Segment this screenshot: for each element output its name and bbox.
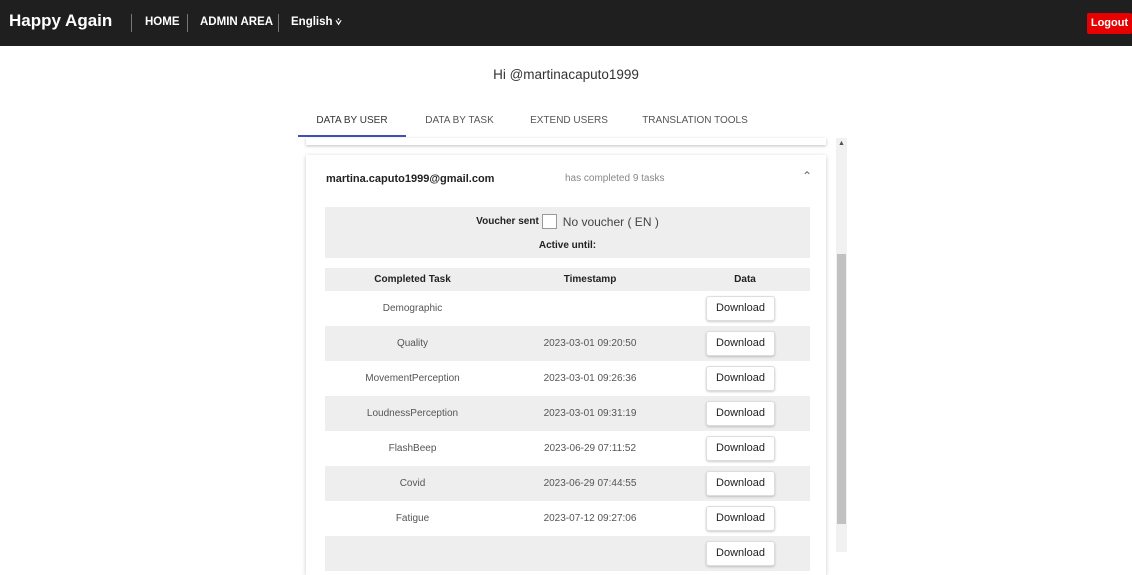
user-email: martina.caputo1999@gmail.com (326, 173, 495, 185)
download-button[interactable]: Download (706, 366, 775, 391)
nav-divider (187, 14, 188, 32)
download-button[interactable]: Download (706, 541, 775, 566)
tab-extend-users[interactable]: EXTEND USERS (520, 108, 618, 135)
download-button[interactable]: Download (706, 296, 775, 321)
scrollbar-thumb[interactable] (837, 254, 846, 524)
completion-status: has completed 9 tasks (565, 173, 665, 184)
voucher-sent-checkbox[interactable] (541, 214, 557, 229)
tab-data-by-user[interactable]: DATA BY USER (298, 108, 406, 137)
table-row: Demographic Download (325, 291, 810, 326)
download-button[interactable]: Download (706, 331, 775, 356)
brand-logo[interactable]: Happy Again (9, 11, 112, 31)
tab-data-by-task[interactable]: DATA BY TASK (412, 108, 507, 135)
nav-divider (131, 14, 132, 32)
task-name: FlashBeep (388, 443, 437, 454)
download-button[interactable]: Download (706, 401, 775, 426)
nav-admin-link[interactable]: ADMIN AREA (200, 16, 273, 28)
nav-divider (278, 14, 279, 32)
nav-home-link[interactable]: HOME (145, 16, 180, 28)
task-name: Quality (396, 338, 429, 349)
voucher-status: No voucher ( EN ) (562, 214, 659, 229)
table-row: Covid 2023-06-29 07:44:55 Download (325, 466, 810, 501)
logout-button[interactable]: Logout (1087, 13, 1132, 34)
column-header-task: Completed Task (374, 274, 451, 285)
voucher-panel: Voucher sent No voucher ( EN ) Active unt… (325, 207, 810, 258)
greeting-text: Hi @martinacaputo1999 (493, 67, 639, 82)
table-row: FlashBeep 2023-06-29 07:11:52 Download (325, 431, 810, 466)
chevron-up-icon[interactable]: ⌃ (802, 169, 812, 183)
task-name: MovementPerception (365, 373, 460, 384)
active-until-label: Active until: (538, 240, 597, 251)
chevron-down-icon: ⩒ (335, 17, 342, 28)
download-button[interactable]: Download (706, 471, 775, 496)
task-timestamp: 2023-07-12 09:27:06 (543, 513, 637, 524)
task-timestamp: 2023-06-29 07:11:52 (543, 443, 637, 454)
task-name: LoudnessPerception (366, 408, 459, 419)
voucher-sent-label: Voucher sent (476, 216, 539, 227)
task-name: Covid (399, 478, 426, 489)
tab-translation-tools[interactable]: TRANSLATION TOOLS (630, 108, 760, 135)
table-row: Quality 2023-03-01 09:20:50 Download (325, 326, 810, 361)
task-timestamp: 2023-03-01 09:20:50 (543, 338, 637, 349)
task-timestamp: 2023-03-01 09:26:36 (543, 373, 637, 384)
task-name: Fatigue (395, 513, 430, 524)
task-timestamp: 2023-03-01 09:31:19 (543, 408, 637, 419)
column-header-timestamp: Timestamp (563, 274, 617, 285)
language-label: English (291, 16, 333, 28)
table-row: Fatigue 2023-07-12 09:27:06 Download (325, 501, 810, 536)
task-timestamp (500, 291, 680, 326)
scrollbar[interactable]: ▲ (836, 138, 847, 552)
column-header-data: Data (734, 274, 756, 285)
language-selector[interactable]: English ⩒ (291, 16, 342, 28)
task-timestamp: 2023-06-29 07:44:55 (543, 478, 637, 489)
previous-card-edge (306, 138, 826, 145)
scroll-up-arrow-icon[interactable]: ▲ (836, 140, 847, 147)
table-header: Completed Task Timestamp Data (325, 268, 810, 291)
table-row: MovementPerception 2023-03-01 09:26:36 D… (325, 361, 810, 396)
top-navbar: Happy Again HOME ADMIN AREA English ⩒ Log… (0, 0, 1132, 46)
download-button[interactable]: Download (706, 506, 775, 531)
table-row: Download (325, 536, 810, 571)
download-button[interactable]: Download (706, 436, 775, 461)
user-card: martina.caputo1999@gmail.com has complet… (306, 155, 826, 575)
task-name: Demographic (382, 303, 443, 314)
voucher-row: Voucher sent No voucher ( EN ) (325, 214, 810, 229)
table-row: LoudnessPerception 2023-03-01 09:31:19 D… (325, 396, 810, 431)
